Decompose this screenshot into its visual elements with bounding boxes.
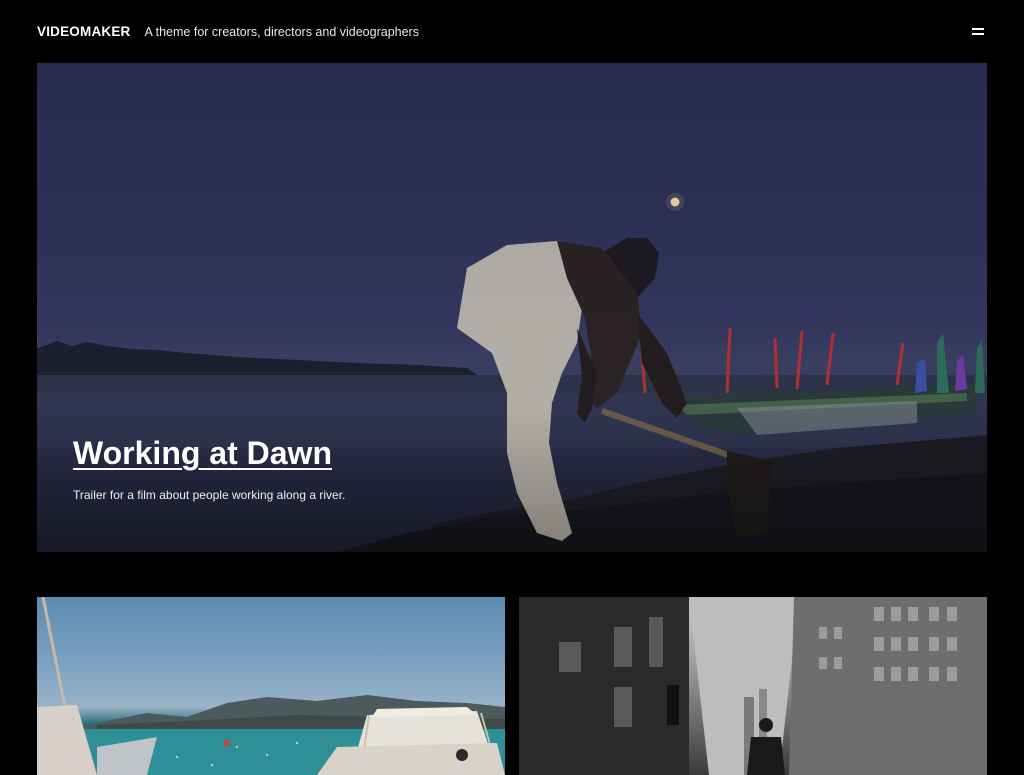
hamburger-menu-icon[interactable] — [972, 26, 984, 36]
hero-image — [37, 63, 987, 552]
site-tagline: A theme for creators, directors and vide… — [144, 24, 419, 39]
menu-line-bottom — [972, 33, 984, 35]
menu-line-top — [972, 28, 984, 30]
video-card-boat[interactable] — [37, 597, 505, 775]
boat-thumbnail-image — [37, 597, 505, 775]
hero-description: Trailer for a film about people working … — [73, 488, 346, 502]
site-header: VIDEOMAKER A theme for creators, directo… — [37, 0, 987, 63]
hero-video[interactable]: Working at Dawn Trailer for a film about… — [37, 63, 987, 552]
site-title[interactable]: VIDEOMAKER — [37, 24, 131, 39]
city-thumbnail-image — [519, 597, 987, 775]
hero-title[interactable]: Working at Dawn — [73, 435, 332, 472]
video-card-city[interactable] — [519, 597, 987, 775]
